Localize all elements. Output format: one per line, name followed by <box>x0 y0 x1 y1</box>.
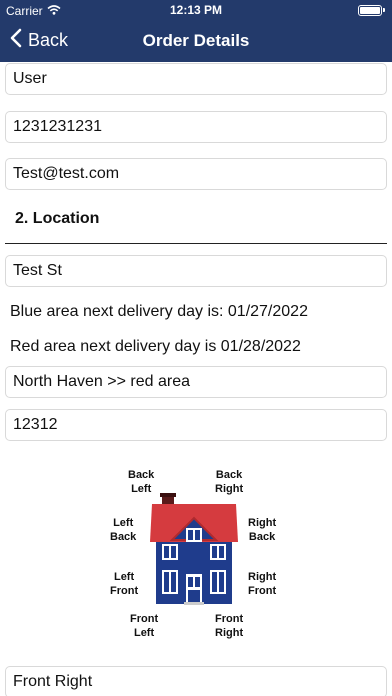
navigation-header: Carrier 12:13 PM Back Order Details <box>0 0 392 62</box>
street-field[interactable]: Test St <box>5 255 387 287</box>
placement-field[interactable]: Front Right <box>5 666 387 696</box>
house-placement-diagram: Back Left Back Right Left Back Right Bac… <box>100 462 290 642</box>
label-front-right[interactable]: Front Right <box>215 612 243 640</box>
label-left-front[interactable]: Left Front <box>110 570 138 598</box>
blue-area-note: Blue area next delivery day is: 01/27/20… <box>10 303 308 320</box>
red-area-note: Red area next delivery day is 01/28/2022 <box>10 338 301 355</box>
area-field[interactable]: North Haven >> red area <box>5 366 387 398</box>
section-divider <box>5 243 387 244</box>
page-title: Order Details <box>142 31 250 50</box>
label-front-left[interactable]: Front Left <box>130 612 158 640</box>
nav-bar: Back Order Details <box>0 22 392 60</box>
label-right-back[interactable]: Right Back <box>248 516 276 544</box>
label-left-back[interactable]: Left Back <box>110 516 136 544</box>
email-field[interactable]: Test@test.com <box>5 158 387 190</box>
phone-field[interactable]: 1231231231 <box>5 111 387 143</box>
battery-icon <box>358 5 385 16</box>
house-icon <box>150 493 238 605</box>
clock-time: 12:13 PM <box>169 3 223 17</box>
location-section-title: 2. Location <box>15 210 100 227</box>
status-bar: Carrier 12:13 PM <box>0 0 392 22</box>
label-right-front[interactable]: Right Front <box>248 570 276 598</box>
zip-field[interactable]: 12312 <box>5 409 387 441</box>
name-field[interactable]: User <box>5 63 387 95</box>
